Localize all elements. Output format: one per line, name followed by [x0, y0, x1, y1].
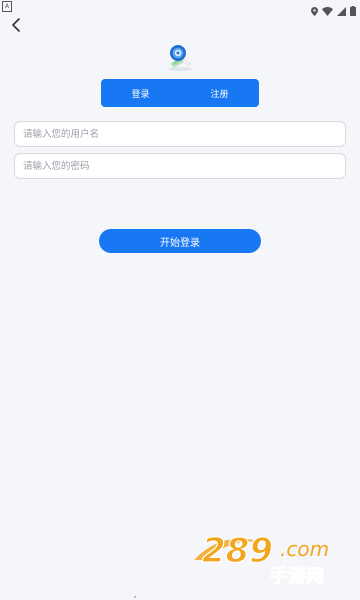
- tab-login[interactable]: 登录: [101, 79, 180, 107]
- start-login-button[interactable]: 开始登录: [99, 229, 261, 253]
- signal-icon: [337, 1, 346, 20]
- back-button[interactable]: [8, 14, 28, 36]
- status-bar: A: [0, 0, 360, 16]
- watermark-logo: 289 .com 手游网: [192, 520, 352, 592]
- username-input[interactable]: [14, 121, 346, 147]
- password-input[interactable]: [14, 153, 346, 179]
- tab-register[interactable]: 注册: [180, 79, 259, 107]
- auth-tabs: 登录 注册: [101, 79, 259, 107]
- svg-text:手游网: 手游网: [270, 565, 324, 587]
- svg-text:.com: .com: [280, 537, 329, 561]
- app-logo: [164, 42, 196, 72]
- notification-a-icon: A: [2, 1, 12, 12]
- status-icons: [311, 1, 356, 20]
- svg-text:289: 289: [202, 531, 273, 571]
- location-icon: [311, 1, 318, 20]
- logo-icon: [168, 45, 192, 72]
- watermark-289-icon: 289 .com 手游网: [194, 530, 329, 587]
- battery-icon: [350, 1, 356, 20]
- wifi-icon: [322, 1, 333, 20]
- home-indicator: [134, 596, 136, 598]
- chevron-left-icon: [12, 18, 20, 32]
